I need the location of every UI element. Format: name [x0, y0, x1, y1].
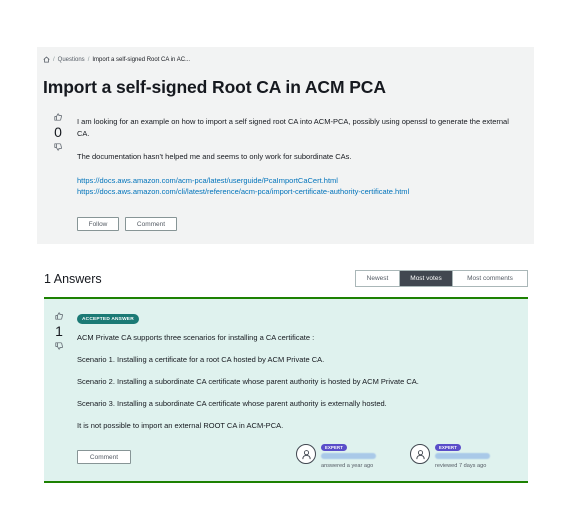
answer-body: ACM Private CA supports three scenarios … — [77, 332, 517, 442]
thumbs-down-icon[interactable] — [55, 342, 63, 350]
answer-sort-segmented-control: Newest Most votes Most comments — [355, 270, 528, 287]
home-icon[interactable] — [43, 56, 50, 63]
question-title: Import a self-signed Root CA in ACM PCA — [43, 77, 386, 97]
question-paragraph: I am looking for an example on how to im… — [77, 117, 509, 138]
breadcrumb-separator: / — [53, 56, 55, 63]
answerer-name-blurred[interactable] — [321, 453, 376, 459]
question-vote-count: 0 — [54, 124, 62, 140]
expert-badge: EXPERT — [435, 444, 461, 451]
user-icon — [301, 449, 311, 459]
breadcrumb: / Questions / Import a self-signed Root … — [43, 56, 190, 63]
follow-button[interactable]: Follow — [77, 217, 119, 231]
doc-link[interactable]: https://docs.aws.amazon.com/cli/latest/r… — [77, 186, 517, 198]
reviewed-time: reviewed 7 days ago — [435, 463, 487, 469]
avatar[interactable] — [296, 444, 316, 464]
user-icon — [415, 449, 425, 459]
question-body: I am looking for an example on how to im… — [77, 116, 517, 198]
accepted-answer-card: 1 ACCEPTED ANSWER ACM Private CA support… — [44, 297, 528, 483]
reviewer-info: EXPERT reviewed 7 days ago — [410, 444, 490, 469]
answer-paragraph: Scenario 2. Installing a subordinate CA … — [77, 377, 419, 386]
sort-most-comments[interactable]: Most comments — [453, 271, 527, 286]
answer-paragraph: Scenario 3. Installing a subordinate CA … — [77, 399, 387, 408]
answer-paragraph: Scenario 1. Installing a certificate for… — [77, 355, 325, 364]
answer-paragraph: ACM Private CA supports three scenarios … — [77, 333, 315, 342]
question-card: / Questions / Import a self-signed Root … — [37, 47, 534, 244]
thumbs-up-icon[interactable] — [54, 113, 62, 121]
sort-newest[interactable]: Newest — [356, 271, 400, 286]
reviewer-name-blurred[interactable] — [435, 453, 490, 459]
question-paragraph: The documentation hasn't helped me and s… — [77, 152, 352, 161]
question-comment-button[interactable]: Comment — [125, 217, 177, 231]
expert-badge: EXPERT — [321, 444, 347, 451]
answer-comment-button[interactable]: Comment — [77, 450, 131, 464]
answer-vote-count: 1 — [55, 323, 63, 339]
question-vote-column: 0 — [51, 113, 65, 151]
answer-vote-column: 1 — [52, 312, 66, 350]
doc-link[interactable]: https://docs.aws.amazon.com/acm-pca/late… — [77, 175, 517, 187]
thumbs-down-icon[interactable] — [54, 143, 62, 151]
breadcrumb-separator: / — [87, 56, 90, 63]
breadcrumb-current: Import a self-signed Root CA in AC... — [92, 56, 191, 63]
answerer-info: EXPERT answered a year ago — [296, 444, 376, 469]
avatar[interactable] — [410, 444, 430, 464]
answer-paragraph: It is not possible to import an external… — [77, 421, 284, 430]
answered-time: answered a year ago — [321, 463, 374, 469]
sort-most-votes[interactable]: Most votes — [400, 271, 453, 286]
thumbs-up-icon[interactable] — [55, 312, 63, 320]
breadcrumb-questions[interactable]: Questions — [58, 57, 85, 63]
accepted-answer-badge: ACCEPTED ANSWER — [77, 314, 139, 324]
answers-count-heading: 1 Answers — [44, 272, 102, 286]
